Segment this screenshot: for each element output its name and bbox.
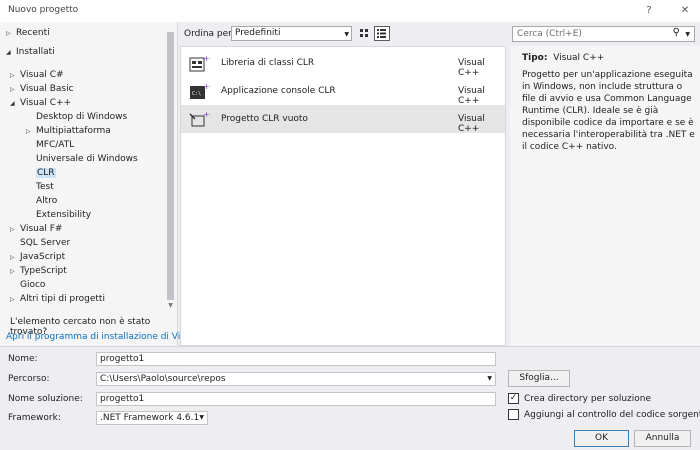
list-view-button[interactable] [374,26,390,41]
search-input[interactable]: Cerca (Ctrl+E) ⚲ ▼ [512,26,695,42]
tree-item-test[interactable]: Test [26,180,54,194]
source-control-label: Aggiungi al controllo del codice sorgent… [524,410,700,420]
template-name: Progetto CLR vuoto [221,114,308,124]
tree-item-gioco[interactable]: Gioco [10,278,45,292]
expand-arrow-icon[interactable]: ▷ [10,69,20,83]
tree-item-altro[interactable]: Altro [26,194,57,208]
browse-button[interactable]: Sfoglia... [508,370,570,387]
tree-item-installed[interactable]: ◢ Installati [6,45,55,59]
svg-text:++: ++ [203,82,211,91]
tree-item-universale-windows[interactable]: Universale di Windows [26,152,138,166]
create-directory-label: Crea directory per soluzione [524,394,652,404]
template-language: Visual C++ [458,86,485,106]
tree-scrollbar[interactable]: ▼ [166,32,175,310]
expand-arrow-icon[interactable]: ▷ [10,251,20,265]
search-area: Cerca (Ctrl+E) ⚲ ▼ [510,22,700,46]
scroll-down-icon[interactable]: ▼ [166,302,175,310]
chevron-down-icon[interactable]: ▼ [685,30,690,40]
solution-name-label: Nome soluzione: [8,394,83,404]
name-label: Nome: [8,354,38,364]
tree-item-altri-tipi[interactable]: ▷ Altri tipi di progetti [10,292,105,306]
expand-arrow-icon[interactable]: ▷ [10,83,20,97]
tree-item-visual-fsharp[interactable]: ▷ Visual F# [10,222,62,236]
template-item[interactable]: ++ Libreria di classi CLR Visual C++ [181,49,505,78]
svg-text:++: ++ [203,110,211,119]
sort-select[interactable]: Predefiniti ▼ [231,26,352,41]
location-label: Percorso: [8,374,50,384]
project-form: Nome: progetto1 Percorso: C:\Users\Paolo… [0,346,700,450]
template-name: Libreria di classi CLR [221,58,315,68]
collapse-arrow-icon[interactable]: ◢ [10,97,20,111]
template-description: Progetto per un'applicazione eseguita in… [522,70,695,152]
template-tree-panel: ▷ Recenti ◢ Installati ▷ Visual C# ▷ Visual … [0,22,199,346]
tree-item-multipiattaforma[interactable]: ▷ Multipiattaforma [26,124,111,138]
template-name: Applicazione console CLR [221,86,336,96]
tree-item-typescript[interactable]: ▷ TypeScript [10,264,67,278]
template-type: Tipo: Visual C++ [522,53,605,63]
create-directory-checkbox[interactable]: ✓ [508,393,519,404]
tree-item-clr[interactable]: CLR [26,166,56,180]
grid-view-icon [360,29,368,37]
framework-label: Framework: [8,413,61,423]
tree-item-visual-basic[interactable]: ▷ Visual Basic [10,82,74,96]
empty-project-icon: ++ [189,110,211,127]
tree-item-recent[interactable]: ▷ Recenti [6,26,50,40]
sort-label: Ordina per: [184,29,235,39]
template-language: Visual C++ [458,58,485,78]
framework-select[interactable]: .NET Framework 4.6.1 ▼ [96,411,208,425]
class-library-icon: ++ [189,54,211,72]
expand-arrow-icon[interactable]: ▷ [10,265,20,279]
console-app-icon: C:\ ++ [190,82,211,99]
template-item-selected[interactable]: ++ Progetto CLR vuoto Visual C++ [181,105,505,134]
search-icon[interactable]: ⚲ [673,28,680,38]
solution-name-field[interactable]: progetto1 [96,392,496,406]
tree-item-desktop-windows[interactable]: Desktop di Windows [26,110,127,124]
close-button[interactable]: ✕ [676,3,694,19]
chevron-down-icon: ▼ [344,31,349,38]
expand-arrow-icon[interactable]: ▷ [10,293,20,307]
tree-item-mfc-atl[interactable]: MFC/ATL [26,138,74,152]
chevron-down-icon: ▼ [199,414,204,421]
template-language: Visual C++ [458,114,485,134]
svg-text:C:\: C:\ [192,91,201,97]
tree-item-visual-csharp[interactable]: ▷ Visual C# [10,68,64,82]
sort-toolbar: Ordina per: Predefiniti ▼ [180,22,506,46]
expand-arrow-icon[interactable]: ▷ [10,223,20,237]
collapse-arrow-icon[interactable]: ◢ [6,46,16,60]
expand-arrow-icon[interactable]: ▷ [26,125,36,139]
open-installer-link[interactable]: Apri il programma di installazione di Vi… [6,332,199,342]
template-list: ++ Libreria di classi CLR Visual C++ C:\… [180,46,506,346]
help-button[interactable]: ? [640,3,658,19]
title-bar: Nuovo progetto ? ✕ [0,0,700,22]
tree-item-extensibility[interactable]: Extensibility [26,208,91,222]
ok-button[interactable]: OK [574,430,629,447]
grid-view-button[interactable] [356,26,372,41]
tree-item-sql-server[interactable]: SQL Server [10,236,70,250]
template-details-panel: Tipo: Visual C++ Progetto per un'applica… [510,46,700,346]
location-field[interactable]: C:\Users\Paolo\source\repos ▼ [96,372,496,386]
source-control-checkbox[interactable] [508,409,519,420]
scrollbar-thumb[interactable] [167,32,174,300]
tree-item-javascript[interactable]: ▷ JavaScript [10,250,65,264]
expand-arrow-icon[interactable]: ▷ [6,27,16,41]
svg-text:++: ++ [203,54,211,63]
name-field[interactable]: progetto1 [96,352,496,366]
tree-item-visual-cpp[interactable]: ◢ Visual C++ [10,96,71,110]
list-view-icon [377,29,386,38]
window-title: Nuovo progetto [8,5,79,15]
cancel-button[interactable]: Annulla [634,430,691,447]
chevron-down-icon[interactable]: ▼ [487,374,492,384]
template-item[interactable]: C:\ ++ Applicazione console CLR Visual C… [181,77,505,106]
